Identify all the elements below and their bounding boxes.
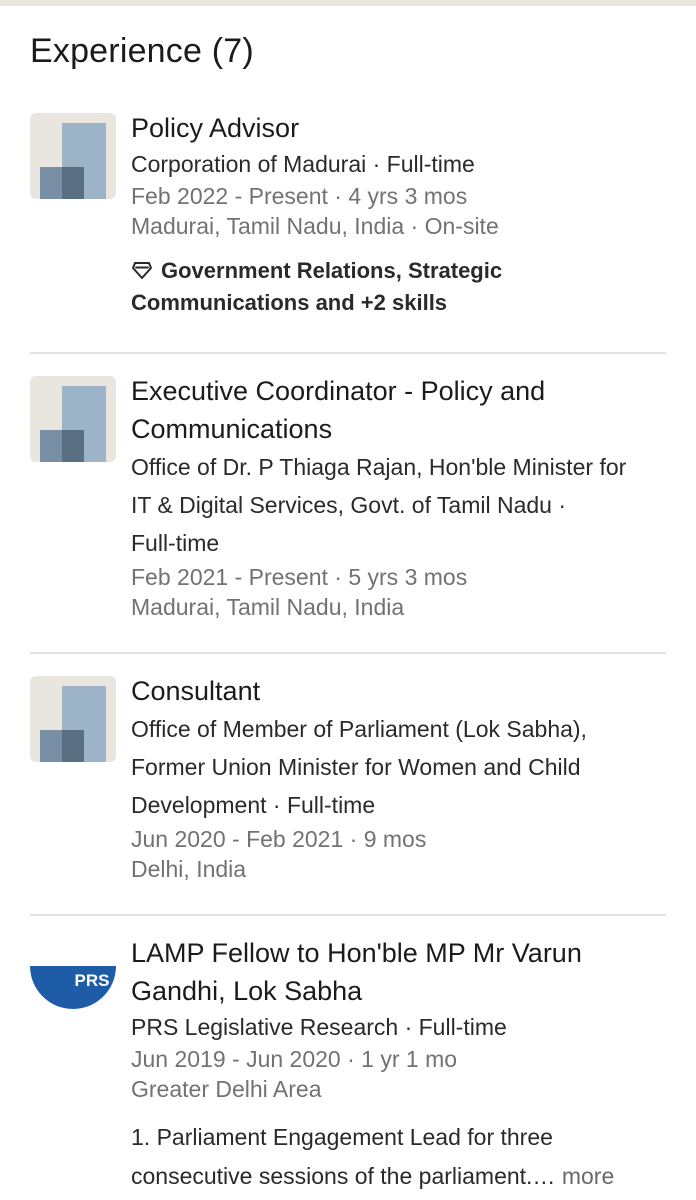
description-line-1: 1. Parliament Engagement Lead for three (131, 1124, 553, 1150)
location: Madurai, Tamil Nadu, India (131, 594, 405, 620)
prs-logo-text: PRS (75, 971, 110, 990)
location: Greater Delhi Area (131, 1076, 322, 1102)
description-line-2: consecutive sessions of the parliament.… (131, 1163, 556, 1189)
location: Delhi, India (131, 856, 247, 882)
company-logo-placeholder-icon (30, 113, 116, 199)
company-line-3: Development · Full-time (131, 792, 376, 818)
company-line: Corporation of Madurai · Full-time (131, 151, 475, 177)
company-line-1: Office of Dr. P Thiaga Rajan, Hon'ble Mi… (131, 454, 627, 480)
diamond-skills-icon (131, 258, 153, 280)
divider (30, 352, 666, 354)
job-title: LAMP Fellow to Hon'ble MP Mr Varun Gandh… (131, 934, 671, 1010)
job-title-line-2: Gandhi, Lok Sabha (131, 976, 363, 1006)
job-title-line-1: Executive Coordinator - Policy and (131, 376, 546, 406)
company-logo-placeholder-icon (30, 376, 116, 462)
company-line: Office of Dr. P Thiaga Rajan, Hon'ble Mi… (131, 448, 671, 562)
job-title-line-2: Communications (131, 414, 333, 444)
see-more-link[interactable]: more (562, 1163, 614, 1189)
divider (30, 652, 666, 654)
skills-line-2: Communications and +2 skills (131, 290, 448, 315)
job-title: Policy Advisor (131, 113, 300, 143)
company-line-1: Office of Member of Parliament (Lok Sabh… (131, 716, 587, 742)
skills-line-1: Government Relations, Strategic (161, 258, 503, 283)
divider (30, 914, 666, 916)
prs-logo-icon: PRS (30, 966, 116, 1014)
date-range: Feb 2021 - Present · 5 yrs 3 mos (131, 564, 468, 590)
company-line-2: IT & Digital Services, Govt. of Tamil Na… (131, 492, 567, 518)
top-edge-bar (0, 0, 696, 6)
job-title-line-1: LAMP Fellow to Hon'ble MP Mr Varun (131, 938, 582, 968)
job-title: Executive Coordinator - Policy and Commu… (131, 372, 671, 448)
company-line-3: Full-time (131, 530, 220, 556)
company-line-2: Former Union Minister for Women and Chil… (131, 754, 581, 780)
date-range: Jun 2019 - Jun 2020 · 1 yr 1 mo (131, 1046, 458, 1072)
location: Madurai, Tamil Nadu, India · On-site (131, 213, 499, 239)
section-title: Experience (7) (30, 32, 254, 70)
company-line: Office of Member of Parliament (Lok Sabh… (131, 710, 671, 824)
date-range: Feb 2022 - Present · 4 yrs 3 mos (131, 183, 468, 209)
company-line: PRS Legislative Research · Full-time (131, 1014, 507, 1040)
job-title: Consultant (131, 676, 261, 706)
date-range: Jun 2020 - Feb 2021 · 9 mos (131, 826, 427, 852)
description: 1. Parliament Engagement Lead for three … (131, 1118, 671, 1196)
company-logo-placeholder-icon (30, 676, 116, 762)
skills-summary[interactable]: Government Relations, Strategic Communic… (131, 255, 671, 319)
